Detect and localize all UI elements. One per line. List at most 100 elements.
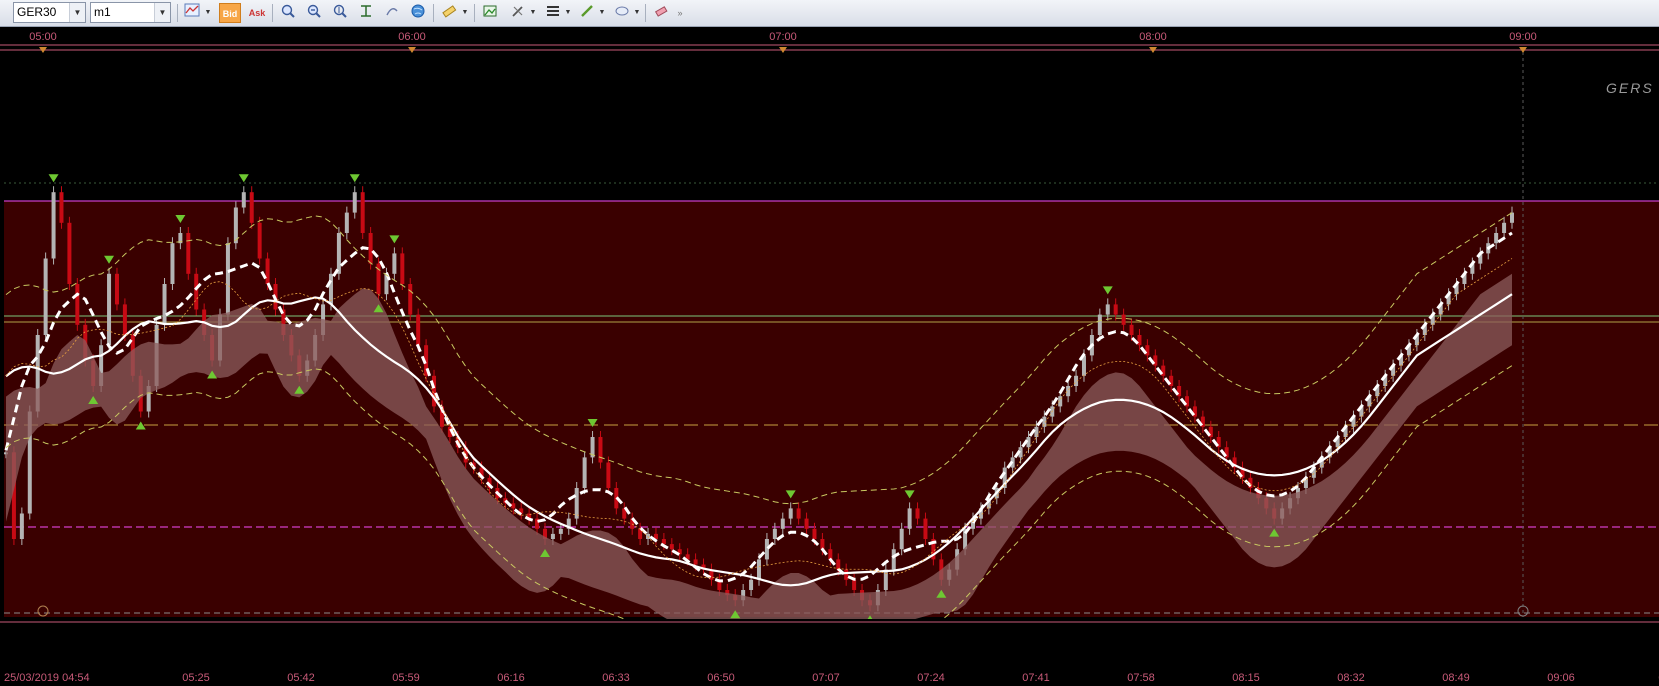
candle-body <box>352 192 357 213</box>
eraser-icon[interactable] <box>650 3 672 23</box>
candle-body <box>574 488 579 519</box>
bottom-time-label: 07:58 <box>1127 672 1155 684</box>
candle-body <box>693 559 698 565</box>
chevron-down-icon[interactable]: ▼ <box>154 3 170 22</box>
zoom-fit-icon[interactable] <box>329 3 351 23</box>
candle-body <box>122 304 127 335</box>
candle-body <box>114 273 119 305</box>
candle-body <box>883 569 888 590</box>
symbol-watermark: GERS <box>1606 80 1654 96</box>
candle-body <box>107 273 112 346</box>
candle-body <box>1510 212 1514 223</box>
candle-body <box>186 233 191 274</box>
candle-body <box>336 233 341 274</box>
bottom-time-label: 06:33 <box>602 672 630 684</box>
bottom-time-label: 07:41 <box>1022 672 1050 684</box>
toolbar-divider <box>433 4 434 22</box>
image-icon[interactable] <box>479 3 501 23</box>
candle-body <box>907 508 912 529</box>
top-time-label: 05:00 <box>29 31 57 43</box>
candle-body <box>836 559 841 570</box>
candle-body <box>772 528 777 539</box>
candle-body <box>1113 304 1118 315</box>
candle-body <box>162 284 167 325</box>
top-time-label: 09:00 <box>1509 31 1537 43</box>
bid-button[interactable]: Bid <box>219 3 241 23</box>
candle-body <box>408 284 413 315</box>
top-time-label: 08:00 <box>1139 31 1167 43</box>
chevron-down-icon[interactable]: ▼ <box>69 3 85 22</box>
candle-body <box>344 212 349 233</box>
candle-body <box>1129 324 1134 335</box>
top-axis-band <box>0 27 1659 45</box>
timeframe-select[interactable]: m1 ▼ <box>90 2 171 23</box>
candle-body <box>757 559 761 580</box>
candle-body <box>1153 355 1158 366</box>
candle-body <box>550 533 555 539</box>
candle-body <box>51 192 56 259</box>
candle-body <box>669 544 674 550</box>
tools-icon[interactable] <box>507 3 529 23</box>
candle-body <box>598 437 603 463</box>
bottom-time-label: 05:25 <box>182 672 210 684</box>
candle-body <box>764 539 769 560</box>
candle-body <box>1066 386 1071 397</box>
candle-body <box>582 457 587 488</box>
candle-body <box>225 243 230 315</box>
chevron-down-icon[interactable]: ▼ <box>632 3 642 23</box>
timeframe-value: m1 <box>94 5 111 19</box>
bottom-time-label: 07:07 <box>812 672 840 684</box>
toolbar: GER30 ▼ m1 ▼ ▼ Bid Ask ▼ ▼ ▼ ▼ ▼ » <box>0 0 1659 27</box>
candle-body <box>233 207 238 244</box>
candle-body <box>368 233 373 264</box>
zoom-in-icon[interactable] <box>277 3 299 23</box>
candle-body <box>249 192 254 223</box>
symbol-select[interactable]: GER30 ▼ <box>13 2 86 23</box>
ruler-icon[interactable] <box>438 3 460 23</box>
price-chart[interactable]: 05:00 06:00 07:00 08:00 09:00 25/03/2019 04:… <box>0 27 1659 686</box>
chevron-down-icon[interactable]: ▼ <box>597 3 607 23</box>
candle-body <box>923 518 928 539</box>
globe-icon[interactable] <box>407 3 429 23</box>
candle-body <box>400 253 405 284</box>
candle-body <box>796 508 801 519</box>
candle-body <box>899 528 904 550</box>
ask-button[interactable]: Ask <box>246 3 268 23</box>
candle-body <box>416 314 421 346</box>
bottom-time-label: 05:42 <box>287 672 315 684</box>
candle-body <box>194 273 199 310</box>
candle-body <box>265 258 270 284</box>
chart-type-icon[interactable] <box>181 3 203 23</box>
overflow-icon[interactable]: » <box>673 3 687 23</box>
top-time-label: 07:00 <box>769 31 797 43</box>
bottom-time-label: 05:59 <box>392 672 420 684</box>
toolbar-divider <box>272 4 273 22</box>
ellipse-icon[interactable] <box>611 3 633 23</box>
candle-body <box>328 273 333 305</box>
candle-body <box>511 503 516 509</box>
chevron-down-icon[interactable]: ▼ <box>203 3 213 23</box>
zoom-out-icon[interactable] <box>303 3 325 23</box>
candle-body <box>43 258 48 335</box>
autoscroll-icon[interactable] <box>355 3 377 23</box>
crosshair-icon[interactable] <box>381 3 403 23</box>
chevron-down-icon[interactable]: ▼ <box>528 3 538 23</box>
lines-icon[interactable] <box>542 3 564 23</box>
bottom-time-label: 07:24 <box>917 672 945 684</box>
bottom-time-axis: 25/03/2019 04:54 05:25 05:42 05:59 06:16 06:3… <box>0 619 1659 686</box>
top-time-label: 06:00 <box>398 31 426 43</box>
bottom-time-label: 25/03/2019 04:54 <box>4 672 90 684</box>
pencil-icon[interactable] <box>576 3 598 23</box>
candle-body <box>392 253 397 274</box>
chevron-down-icon[interactable]: ▼ <box>460 3 470 23</box>
bottom-time-label: 06:16 <box>497 672 525 684</box>
candle-body <box>1097 314 1102 335</box>
candle-body <box>1137 335 1142 346</box>
candle-body <box>891 549 896 570</box>
candle-body <box>828 549 833 560</box>
candle-body <box>1121 314 1126 325</box>
toolbar-divider <box>177 4 178 22</box>
chevron-down-icon[interactable]: ▼ <box>563 3 573 23</box>
candle-body <box>1494 233 1499 244</box>
toolbar-divider <box>645 4 646 22</box>
